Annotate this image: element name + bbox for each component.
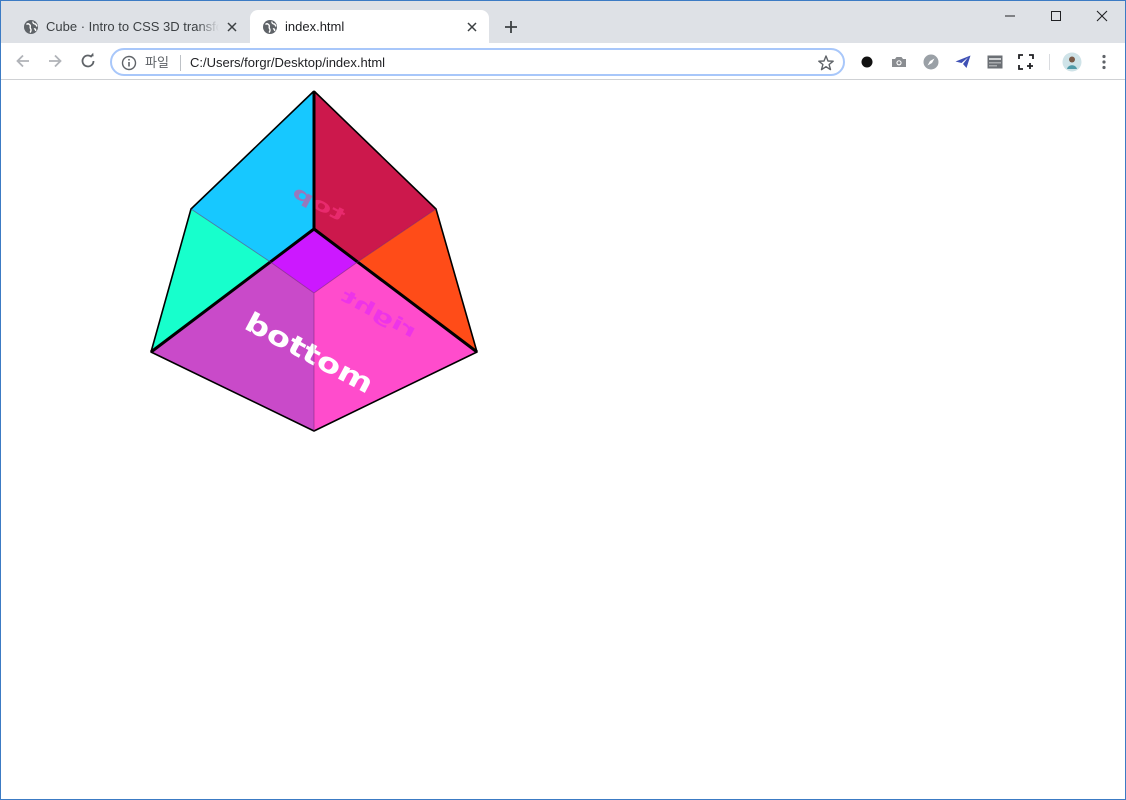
star-icon[interactable] [817,54,835,72]
globe-icon [263,20,277,34]
profile-avatar[interactable] [1062,52,1082,72]
maximize-button[interactable] [1033,1,1079,31]
camera-icon [892,57,906,67]
css-3d-cube: top back right left front bottom [150,90,478,432]
browser-toolbar: 파일 C:/Users/forgr/Desktop/index.html [1,43,1125,80]
tab-cube-intro[interactable]: Cube · Intro to CSS 3D transforms [11,10,249,43]
close-icon[interactable] [465,20,479,34]
reload-icon [81,52,95,68]
menu-button[interactable] [1094,52,1114,72]
extension-badge[interactable] [985,52,1005,72]
tab-title: Cube · Intro to CSS 3D transforms [46,19,219,35]
tab-title: index.html [285,19,345,34]
paper-plane-icon [955,55,971,68]
capture-frame-icon [1018,54,1034,70]
extension-badge-icon [987,55,1003,69]
globe-icon [24,20,38,34]
tab-index-html[interactable]: index.html [250,10,489,43]
page-content: top back right left front bottom [1,81,1125,799]
url-text[interactable]: C:/Users/forgr/Desktop/index.html [190,55,385,71]
forward-button[interactable] [45,51,65,71]
extension-compass[interactable] [921,52,941,72]
address-separator [180,55,181,71]
reload-button[interactable] [78,51,98,71]
close-icon[interactable] [225,20,239,34]
tab-strip: Cube · Intro to CSS 3D transforms index.… [1,1,1125,43]
avatar-icon [1062,52,1082,72]
window-close-icon [1096,10,1108,22]
extension-camera[interactable] [889,52,909,72]
browser-window: Cube · Intro to CSS 3D transforms index.… [0,0,1126,800]
scheme-label: 파일 [145,55,169,70]
plus-icon[interactable] [501,17,521,37]
window-close-button[interactable] [1079,1,1125,31]
info-icon[interactable] [121,55,137,71]
maximize-icon [1051,11,1061,21]
extension-record[interactable] [857,52,877,72]
compass-icon [923,54,939,70]
back-arrow-icon [16,54,29,68]
extension-capture[interactable] [1016,52,1036,72]
minimize-icon [1005,15,1015,17]
minimize-button[interactable] [987,1,1033,31]
record-dot-icon [861,56,873,68]
address-bar[interactable]: 파일 C:/Users/forgr/Desktop/index.html [110,48,845,76]
forward-arrow-icon [49,54,62,68]
back-button[interactable] [13,51,33,71]
toolbar-divider [1049,54,1050,70]
extension-send[interactable] [953,52,973,72]
kebab-menu-icon [1102,54,1106,70]
